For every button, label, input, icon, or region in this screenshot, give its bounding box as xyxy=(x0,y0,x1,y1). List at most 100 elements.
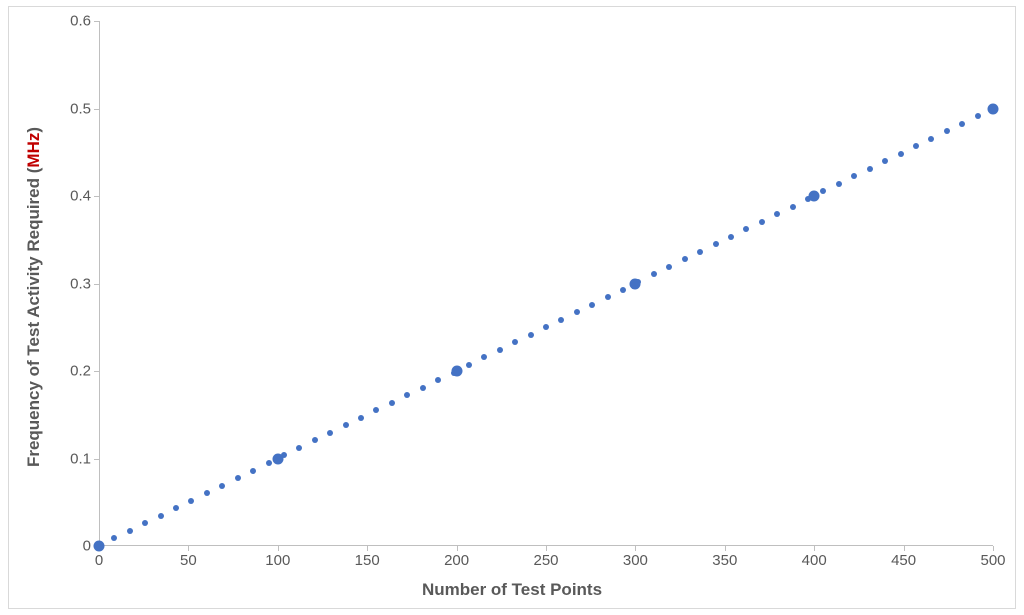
trendline-dot xyxy=(774,211,780,217)
trendline-dot xyxy=(204,490,210,496)
data-point xyxy=(809,191,820,202)
trendline-dot xyxy=(558,317,564,323)
trendline-dot xyxy=(219,483,225,489)
trendline-dot xyxy=(420,385,426,391)
x-tick-mark xyxy=(188,546,189,551)
y-axis-label-unit: MHz xyxy=(24,133,43,168)
y-tick-label: 0.4 xyxy=(70,188,91,205)
trendline-dot xyxy=(728,234,734,240)
x-tick-label: 0 xyxy=(95,552,103,569)
trendline-dot xyxy=(543,324,549,330)
x-tick-label: 150 xyxy=(355,552,380,569)
trendline-dot xyxy=(296,445,302,451)
x-tick-mark xyxy=(635,546,636,551)
y-tick-mark xyxy=(94,196,99,197)
trendline-dot xyxy=(666,264,672,270)
trendline-dot xyxy=(466,362,472,368)
trendline-dot xyxy=(173,505,179,511)
trendline-dot xyxy=(882,158,888,164)
x-axis-label: Number of Test Points xyxy=(9,580,1015,600)
trendline-dot xyxy=(959,121,965,127)
x-tick-mark xyxy=(367,546,368,551)
trendline-dot xyxy=(944,128,950,134)
x-tick-label: 400 xyxy=(802,552,827,569)
trendline-dot xyxy=(373,407,379,413)
y-tick-mark xyxy=(94,21,99,22)
trendline-dot xyxy=(790,204,796,210)
trendline-dot xyxy=(574,309,580,315)
y-axis-line xyxy=(99,21,100,546)
y-tick-label: 0 xyxy=(83,538,91,555)
y-tick-label: 0.3 xyxy=(70,275,91,292)
x-tick-mark xyxy=(725,546,726,551)
x-tick-label: 50 xyxy=(180,552,197,569)
x-tick-label: 250 xyxy=(533,552,558,569)
chart-frame: Frequency of Test Activity Required (MHz… xyxy=(8,6,1016,609)
y-tick-label: 0.6 xyxy=(70,13,91,30)
trendline-dot xyxy=(743,226,749,232)
x-tick-mark xyxy=(904,546,905,551)
y-axis-label: Frequency of Test Activity Required (MHz… xyxy=(24,47,44,547)
trendline-dot xyxy=(497,347,503,353)
trendline-dot xyxy=(312,437,318,443)
trendline-dot xyxy=(697,249,703,255)
x-tick-label: 450 xyxy=(891,552,916,569)
data-point xyxy=(272,453,283,464)
trendline-dot xyxy=(820,188,826,194)
y-tick-label: 0.5 xyxy=(70,100,91,117)
trendline-dot xyxy=(389,400,395,406)
trendline-dot xyxy=(851,173,857,179)
trendline-dot xyxy=(266,460,272,466)
trendline-dot xyxy=(682,256,688,262)
data-point xyxy=(988,103,999,114)
x-tick-mark xyxy=(814,546,815,551)
x-tick-mark xyxy=(993,546,994,551)
y-tick-mark xyxy=(94,459,99,460)
trendline-dot xyxy=(975,113,981,119)
trendline-dot xyxy=(250,468,256,474)
trendline-dot xyxy=(158,513,164,519)
y-tick-mark xyxy=(94,284,99,285)
x-tick-label: 300 xyxy=(623,552,648,569)
trendline-dot xyxy=(327,430,333,436)
y-tick-mark xyxy=(94,109,99,110)
trendline-dot xyxy=(512,339,518,345)
trendline-dot xyxy=(759,219,765,225)
y-tick-mark xyxy=(94,371,99,372)
trendline-dot xyxy=(898,151,904,157)
trendline-dot xyxy=(404,392,410,398)
y-tick-label: 0.2 xyxy=(70,363,91,380)
trendline-dot xyxy=(713,241,719,247)
trendline-dot xyxy=(435,377,441,383)
y-tick-label: 0.1 xyxy=(70,450,91,467)
trendline-dot xyxy=(111,535,117,541)
data-point xyxy=(94,541,105,552)
x-tick-mark xyxy=(546,546,547,551)
x-tick-label: 200 xyxy=(444,552,469,569)
trendline-dot xyxy=(358,415,364,421)
trendline-dot xyxy=(589,302,595,308)
x-tick-mark xyxy=(278,546,279,551)
x-tick-label: 350 xyxy=(712,552,737,569)
trendline-dot xyxy=(481,354,487,360)
trendline-dot xyxy=(928,136,934,142)
trendline-dot xyxy=(528,332,534,338)
trendline-dot xyxy=(235,475,241,481)
trendline-dot xyxy=(142,520,148,526)
plot-area: 00.10.20.30.40.50.6050100150200250300350… xyxy=(99,21,993,546)
trendline-dot xyxy=(343,422,349,428)
trendline-dot xyxy=(127,528,133,534)
x-tick-label: 100 xyxy=(265,552,290,569)
trendline-dot xyxy=(836,181,842,187)
data-point xyxy=(630,278,641,289)
data-point xyxy=(451,366,462,377)
trendline-dot xyxy=(867,166,873,172)
y-axis-label-text: Frequency of Test Activity Required ( xyxy=(24,168,43,467)
trendline-dot xyxy=(188,498,194,504)
trendline-dot xyxy=(913,143,919,149)
x-tick-label: 500 xyxy=(980,552,1005,569)
trendline-dot xyxy=(605,294,611,300)
y-axis-label-close: ) xyxy=(24,127,43,133)
trendline-dot xyxy=(651,271,657,277)
x-tick-mark xyxy=(457,546,458,551)
